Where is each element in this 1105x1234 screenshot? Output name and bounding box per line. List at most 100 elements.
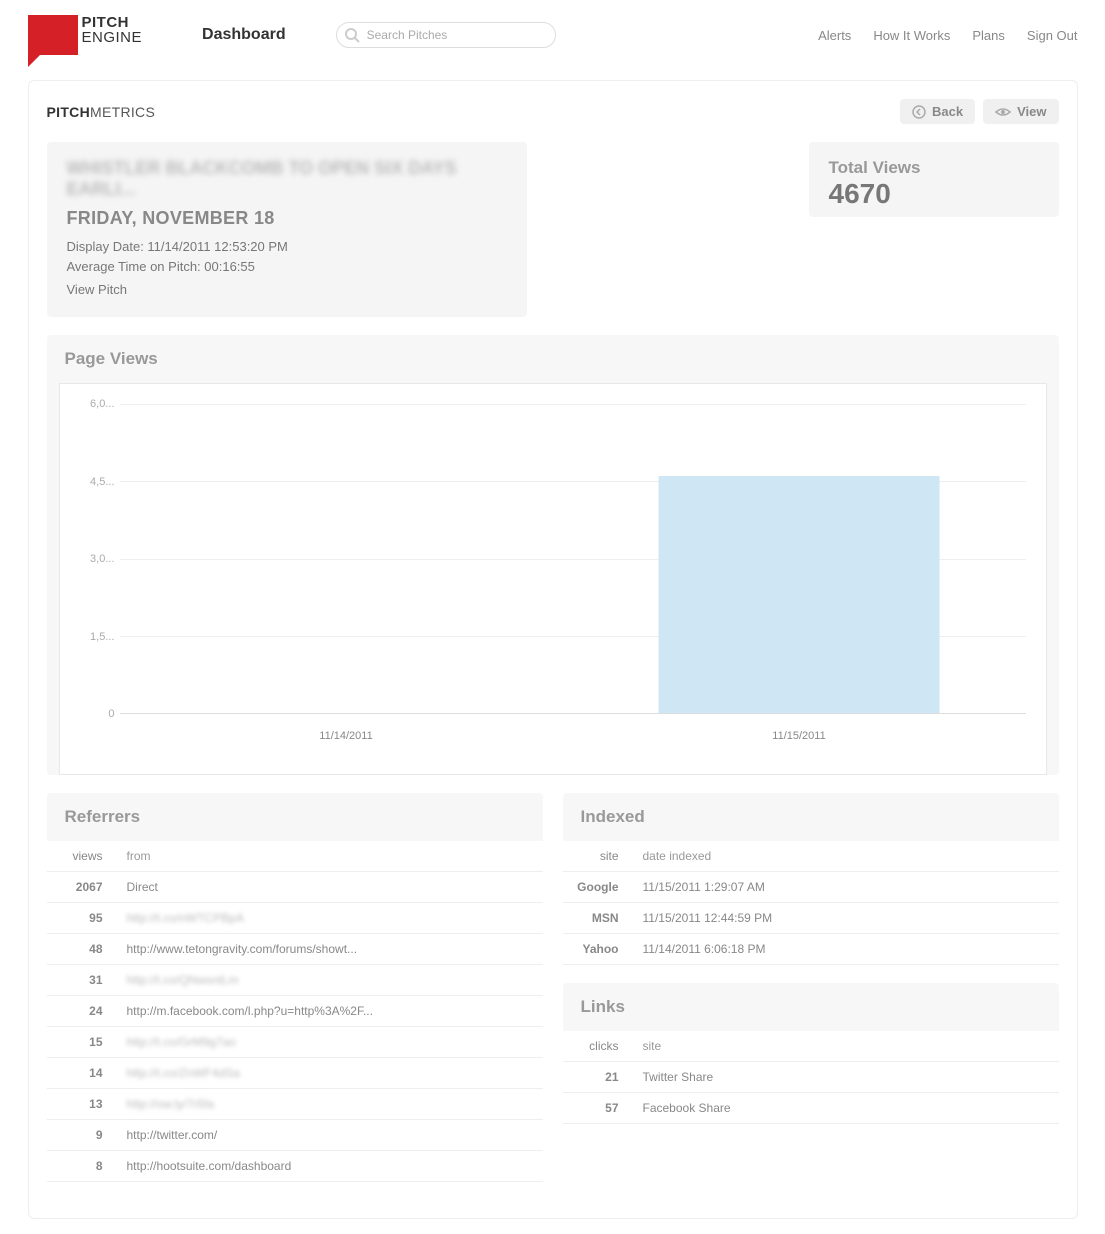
- search-icon: [344, 27, 360, 43]
- logo-text-1: PITCH: [82, 15, 143, 30]
- chart-bar: [659, 476, 940, 713]
- table-row: 13http://ow.ly/7r5fa: [47, 1089, 543, 1120]
- y-tick-label: 4,5...: [90, 476, 114, 488]
- referrer-source[interactable]: http://t.co/ZnWF4dSa: [117, 1058, 543, 1089]
- referrer-views: 8: [47, 1151, 117, 1182]
- table-row: 24http://m.facebook.com/l.php?u=http%3A%…: [47, 996, 543, 1027]
- links-title: Links: [563, 983, 1059, 1031]
- table-row: 9http://twitter.com/: [47, 1120, 543, 1151]
- link-site: Facebook Share: [633, 1093, 1059, 1124]
- y-tick-label: 6,0...: [90, 398, 114, 410]
- link-clicks: 21: [563, 1062, 633, 1093]
- indexed-date: 11/15/2011 1:29:07 AM: [633, 872, 1059, 903]
- table-row: Google11/15/2011 1:29:07 AM: [563, 872, 1059, 903]
- logo-icon: [28, 15, 78, 55]
- link-clicks: 57: [563, 1093, 633, 1124]
- table-row: 14http://t.co/ZnWF4dSa: [47, 1058, 543, 1089]
- x-tick-label: 11/14/2011: [120, 724, 573, 744]
- total-views-label: Total Views: [829, 158, 1039, 178]
- view-button[interactable]: View: [983, 99, 1058, 124]
- table-row: 57Facebook Share: [563, 1093, 1059, 1124]
- indexed-table: sitedate indexedGoogle11/15/2011 1:29:07…: [563, 841, 1059, 965]
- table-row: Yahoo11/14/2011 6:06:18 PM: [563, 934, 1059, 965]
- table-row: 21Twitter Share: [563, 1062, 1059, 1093]
- referrer-source[interactable]: http://twitter.com/: [117, 1120, 543, 1151]
- indexed-date: 11/14/2011 6:06:18 PM: [633, 934, 1059, 965]
- page-views-section: Page Views 0 1,5... 3,0... 4,5... 6,0... 11/1…: [47, 335, 1059, 775]
- indexed-col-date: date indexed: [633, 841, 1059, 872]
- referrer-views: 2067: [47, 872, 117, 903]
- pitch-info-card: WHISTLER BLACKCOMB TO OPEN SIX DAYS EARL…: [47, 142, 527, 317]
- referrer-source[interactable]: http://hootsuite.com/dashboard: [117, 1151, 543, 1182]
- referrers-title: Referrers: [47, 793, 543, 841]
- links-col-clicks: clicks: [563, 1031, 633, 1062]
- referrers-col-from: from: [117, 841, 543, 872]
- referrer-source[interactable]: Direct: [117, 872, 543, 903]
- table-row: 15http://t.co/GrM9g7ao: [47, 1027, 543, 1058]
- table-row: 48http://www.tetongravity.com/forums/sho…: [47, 934, 543, 965]
- top-bar: PITCH ENGINE Dashboard Alerts How It Wor…: [28, 15, 1078, 80]
- back-button[interactable]: Back: [900, 99, 975, 124]
- x-tick-label: 11/15/2011: [573, 724, 1026, 744]
- nav-sign-out[interactable]: Sign Out: [1027, 28, 1078, 43]
- referrer-source[interactable]: http://t.co/QNwsntLm: [117, 965, 543, 996]
- y-tick-label: 0: [108, 708, 114, 720]
- nav-alerts[interactable]: Alerts: [818, 28, 851, 43]
- avg-time: Average Time on Pitch: 00:16:55: [67, 257, 507, 277]
- indexed-site: Google: [563, 872, 633, 903]
- display-date: Display Date: 11/14/2011 12:53:20 PM: [67, 237, 507, 257]
- referrer-views: 31: [47, 965, 117, 996]
- table-row: 95http://t.co/nWTCPBpA: [47, 903, 543, 934]
- indexed-site: Yahoo: [563, 934, 633, 965]
- referrer-views: 14: [47, 1058, 117, 1089]
- referrer-source[interactable]: http://t.co/GrM9g7ao: [117, 1027, 543, 1058]
- referrers-col-views: views: [47, 841, 117, 872]
- page-title: PITCHMETRICS: [47, 104, 156, 120]
- table-row: 2067Direct: [47, 872, 543, 903]
- link-site: Twitter Share: [633, 1062, 1059, 1093]
- indexed-site: MSN: [563, 903, 633, 934]
- referrer-views: 24: [47, 996, 117, 1027]
- page-views-chart: 0 1,5... 3,0... 4,5... 6,0... 11/14/201111/15…: [59, 383, 1047, 775]
- indexed-title: Indexed: [563, 793, 1059, 841]
- logo-text-2: ENGINE: [82, 30, 143, 45]
- search-wrap: [336, 22, 556, 48]
- referrers-section: Referrers viewsfrom2067Direct95http://t.…: [47, 793, 543, 1182]
- indexed-date: 11/15/2011 12:44:59 PM: [633, 903, 1059, 934]
- page-views-title: Page Views: [47, 335, 1059, 383]
- referrer-views: 9: [47, 1120, 117, 1151]
- referrer-source[interactable]: http://t.co/nWTCPBpA: [117, 903, 543, 934]
- links-section: Links clickssite21Twitter Share57Faceboo…: [563, 983, 1059, 1124]
- y-tick-label: 1,5...: [90, 631, 114, 643]
- logo[interactable]: PITCH ENGINE: [28, 15, 143, 55]
- referrer-views: 95: [47, 903, 117, 934]
- referrer-views: 48: [47, 934, 117, 965]
- referrer-views: 13: [47, 1089, 117, 1120]
- dashboard-label[interactable]: Dashboard: [202, 26, 286, 44]
- pitch-date: FRIDAY, NOVEMBER 18: [67, 208, 507, 229]
- nav-how-it-works[interactable]: How It Works: [873, 28, 950, 43]
- referrer-views: 15: [47, 1027, 117, 1058]
- indexed-col-site: site: [563, 841, 633, 872]
- table-row: 8http://hootsuite.com/dashboard: [47, 1151, 543, 1182]
- pitch-title: WHISTLER BLACKCOMB TO OPEN SIX DAYS EARL…: [67, 158, 507, 200]
- referrer-source[interactable]: http://www.tetongravity.com/forums/showt…: [117, 934, 543, 965]
- back-icon: [912, 105, 926, 119]
- nav-plans[interactable]: Plans: [972, 28, 1005, 43]
- total-views-value: 4670: [829, 178, 1039, 210]
- referrer-source[interactable]: http://m.facebook.com/l.php?u=http%3A%2F…: [117, 996, 543, 1027]
- search-input[interactable]: [336, 22, 556, 48]
- y-tick-label: 3,0...: [90, 553, 114, 565]
- table-row: MSN11/15/2011 12:44:59 PM: [563, 903, 1059, 934]
- referrers-table: viewsfrom2067Direct95http://t.co/nWTCPBp…: [47, 841, 543, 1182]
- indexed-section: Indexed sitedate indexedGoogle11/15/2011…: [563, 793, 1059, 965]
- total-views-card: Total Views 4670: [809, 142, 1059, 217]
- links-table: clickssite21Twitter Share57Facebook Shar…: [563, 1031, 1059, 1124]
- view-pitch-link[interactable]: View Pitch: [67, 282, 507, 297]
- nav-links: Alerts How It Works Plans Sign Out: [818, 28, 1077, 43]
- referrer-source[interactable]: http://ow.ly/7r5fa: [117, 1089, 543, 1120]
- table-row: 31http://t.co/QNwsntLm: [47, 965, 543, 996]
- eye-icon: [995, 105, 1011, 119]
- main-panel: PITCHMETRICS Back View WHIS: [28, 80, 1078, 1219]
- links-col-site: site: [633, 1031, 1059, 1062]
